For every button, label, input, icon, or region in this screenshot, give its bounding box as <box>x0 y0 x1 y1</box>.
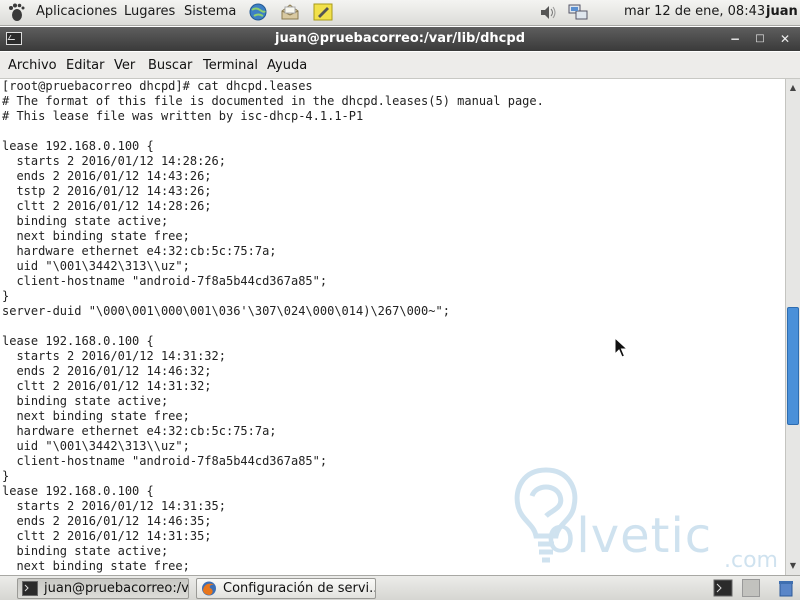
watermark-text: olvetic <box>546 508 713 564</box>
terminal-line: server-duid "\000\001\000\001\036'\307\0… <box>2 304 450 318</box>
minimize-button[interactable]: − <box>726 30 744 48</box>
terminal-line: # This lease file was written by isc-dhc… <box>2 109 364 123</box>
scroll-thumb[interactable] <box>787 307 799 425</box>
top-panel: Aplicaciones Lugares Sistema mar 12 de e… <box>0 0 800 26</box>
scroll-down-arrow[interactable]: ▼ <box>786 559 800 573</box>
mouse-pointer-icon <box>614 337 628 358</box>
terminal-line: cltt 2 2016/01/12 14:31:32; <box>2 379 212 393</box>
workspace-switcher-2[interactable] <box>742 579 760 597</box>
system-menu[interactable]: Sistema <box>184 4 236 20</box>
bottom-taskbar: juan@pruebacorreo:/v... Configuración de… <box>0 575 800 600</box>
terminal-line: next binding state free; <box>2 409 190 423</box>
terminal-line: tstp 2 2016/01/12 14:43:26; <box>2 184 212 198</box>
terminal-line: starts 2 2016/01/12 14:28:26; <box>2 154 226 168</box>
terminal-line: next binding state free; <box>2 229 190 243</box>
menu-terminal[interactable]: Terminal <box>203 58 258 73</box>
volume-icon[interactable] <box>538 3 558 22</box>
watermark-suffix: .com <box>724 548 778 573</box>
menu-ver[interactable]: Ver <box>114 58 135 73</box>
terminal-line: binding state active; <box>2 394 169 408</box>
gnome-foot-icon[interactable] <box>6 2 26 22</box>
terminal-menubar: Archivo Editar Ver Buscar Terminal Ayuda <box>0 52 800 79</box>
scroll-up-arrow[interactable]: ▲ <box>786 81 800 95</box>
window-titlebar[interactable]: juan@pruebacorreo:/var/lib/dhcpd − □ ✕ <box>0 27 800 51</box>
clock[interactable]: mar 12 de ene, 08:43 <box>624 4 765 19</box>
terminal-line: client-hostname "android-7f8a5b44cd367a8… <box>2 274 328 288</box>
web-browser-launcher-icon[interactable] <box>248 2 268 22</box>
terminal-line: starts 2 2016/01/12 14:31:32; <box>2 349 226 363</box>
terminal-line: ends 2 2016/01/12 14:43:26; <box>2 169 212 183</box>
terminal-line: cltt 2 2016/01/12 14:28:26; <box>2 199 212 213</box>
applications-menu[interactable]: Aplicaciones <box>36 4 117 20</box>
terminal-icon <box>22 581 38 596</box>
terminal-line: uid "\001\3442\313\\uz"; <box>2 439 190 453</box>
taskbar-browser-task[interactable]: Configuración de servi... <box>196 578 376 599</box>
terminal-line: lease 192.168.0.100 { <box>2 139 154 153</box>
menu-editar[interactable]: Editar <box>66 58 105 73</box>
terminal-line: binding state active; <box>2 214 169 228</box>
mail-launcher-icon[interactable] <box>280 2 300 22</box>
taskbar-browser-label: Configuración de servi... <box>223 581 376 596</box>
places-menu[interactable]: Lugares <box>124 4 175 20</box>
close-button[interactable]: ✕ <box>776 30 794 48</box>
window-title: juan@pruebacorreo:/var/lib/dhcpd <box>274 31 525 46</box>
network-icon[interactable] <box>568 3 588 22</box>
workspace-terminal-icon[interactable] <box>713 579 733 597</box>
vertical-scrollbar[interactable]: ▲ ▼ <box>785 79 800 575</box>
menu-ayuda[interactable]: Ayuda <box>267 58 307 73</box>
taskbar-terminal-task[interactable]: juan@pruebacorreo:/v... <box>17 578 189 599</box>
terminal-line: hardware ethernet e4:32:cb:5c:75:7a; <box>2 244 277 258</box>
firefox-icon <box>202 581 216 596</box>
menu-archivo[interactable]: Archivo <box>8 58 57 73</box>
terminal-line: # The format of this file is documented … <box>2 94 544 108</box>
user-menu[interactable]: juan <box>766 4 798 19</box>
terminal-line: } <box>2 289 10 303</box>
notes-launcher-icon[interactable] <box>313 2 333 22</box>
terminal-line: ends 2 2016/01/12 14:46:32; <box>2 364 212 378</box>
taskbar-terminal-label: juan@pruebacorreo:/v... <box>44 581 189 596</box>
trash-icon[interactable] <box>776 579 796 597</box>
terminal-line: hardware ethernet e4:32:cb:5c:75:7a; <box>2 424 277 438</box>
menu-buscar[interactable]: Buscar <box>148 58 192 73</box>
terminal-line: [root@pruebacorreo dhcpd]# cat dhcpd.lea… <box>2 79 313 93</box>
terminal-line: uid "\001\3442\313\\uz"; <box>2 259 190 273</box>
solvetic-watermark: olvetic .com <box>506 462 786 573</box>
maximize-button[interactable]: □ <box>751 30 769 48</box>
terminal-line: lease 192.168.0.100 { <box>2 334 154 348</box>
